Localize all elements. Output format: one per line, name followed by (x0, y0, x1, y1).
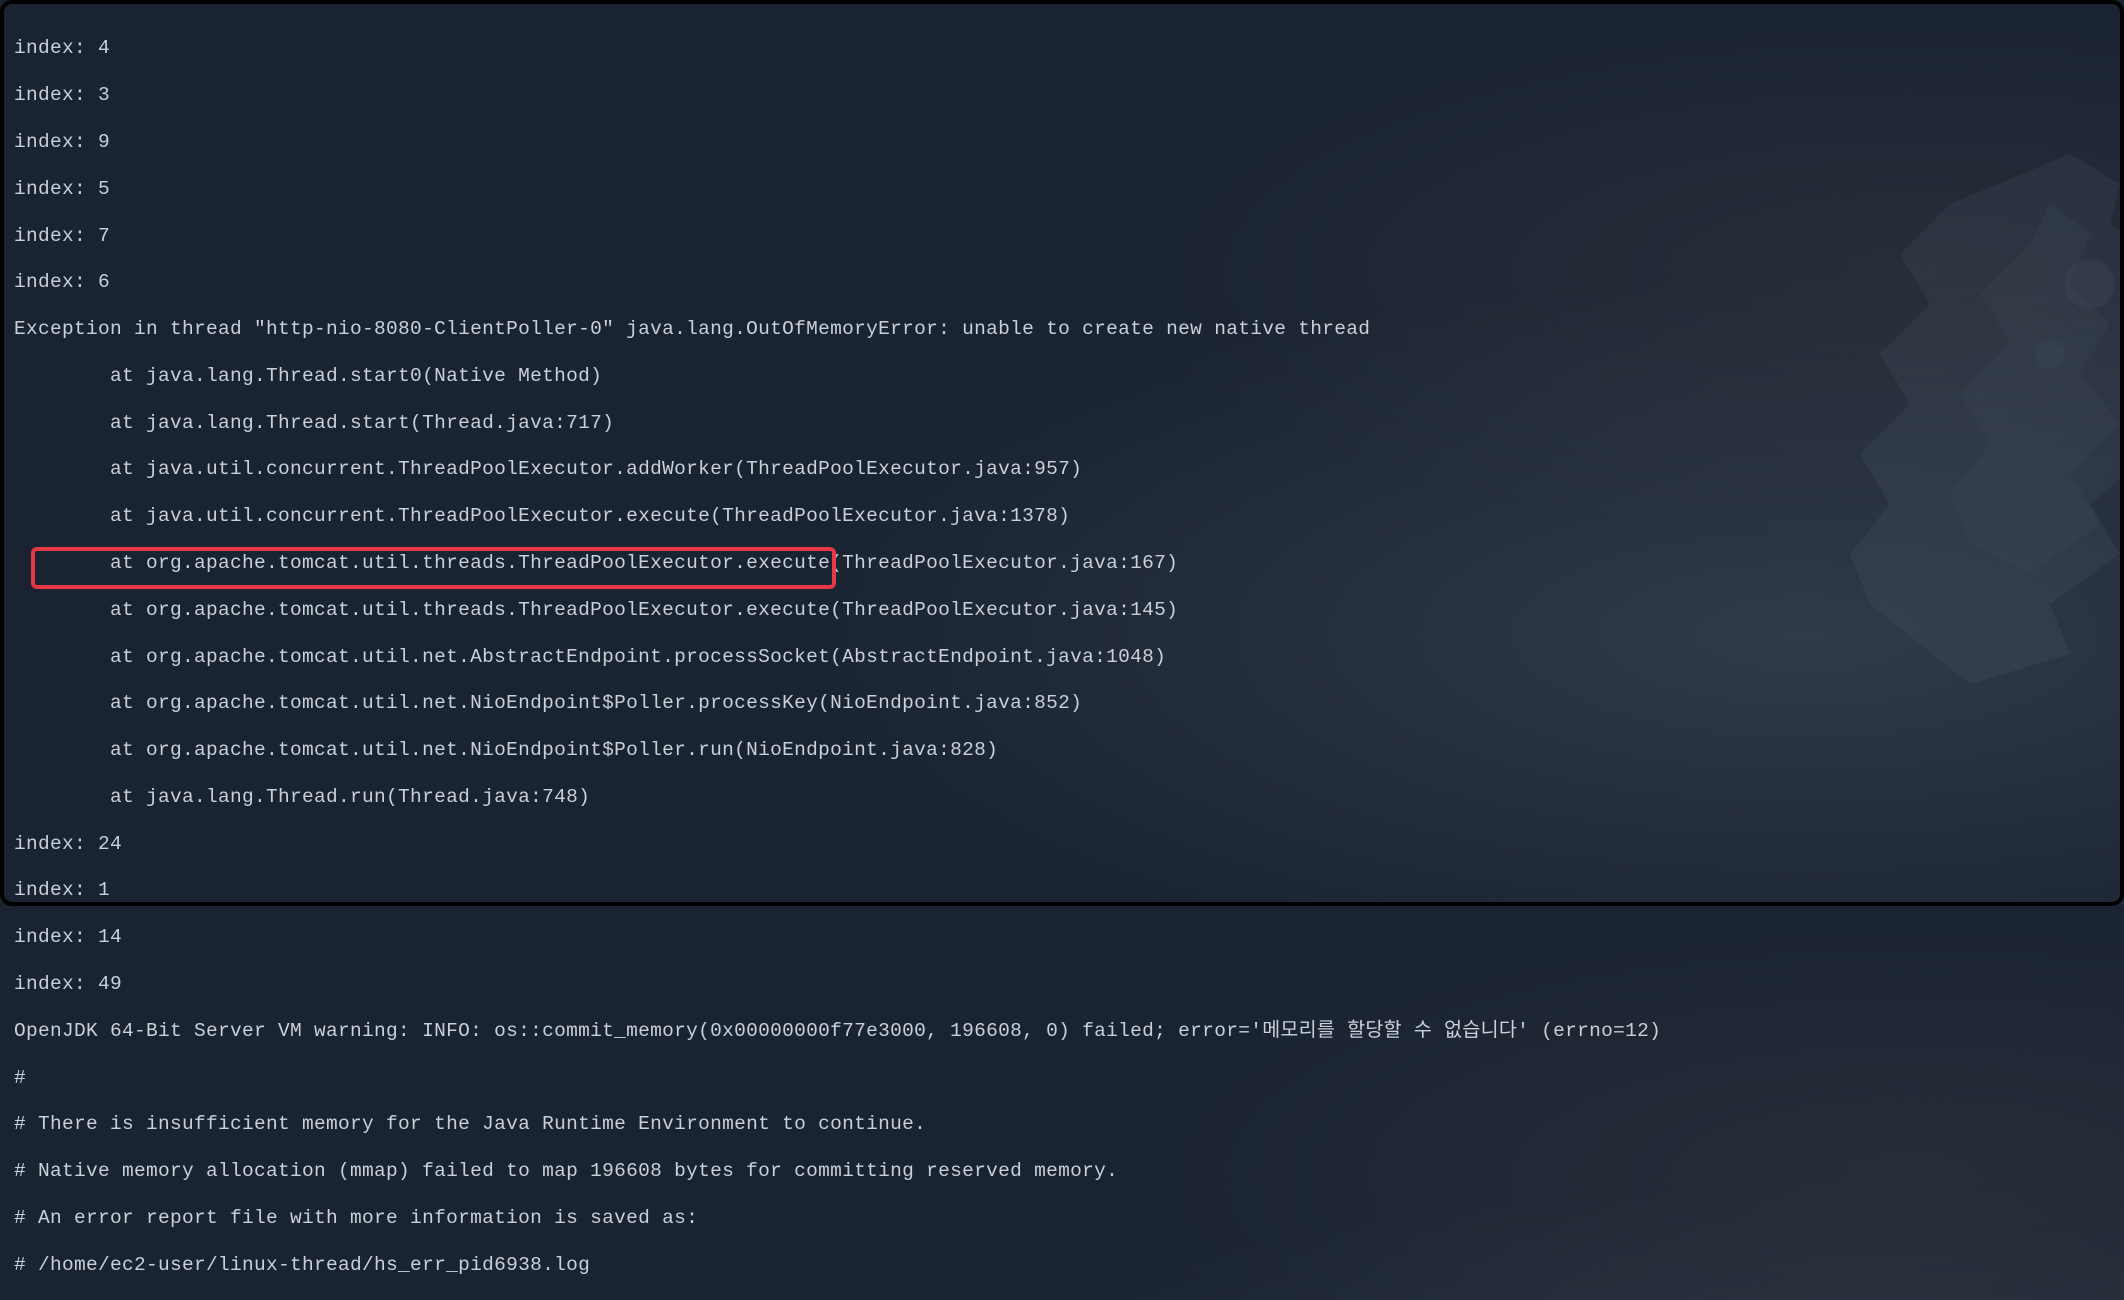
terminal-line: # /home/ec2-user/linux-thread/hs_err_pid… (14, 1254, 2110, 1277)
terminal-line: index: 4 (14, 37, 2110, 60)
terminal-line: index: 24 (14, 833, 2110, 856)
terminal-line: # (14, 1067, 2110, 1090)
terminal-line: index: 9 (14, 131, 2110, 154)
terminal-line: at org.apache.tomcat.util.net.AbstractEn… (14, 646, 2110, 669)
terminal-line: at org.apache.tomcat.util.threads.Thread… (14, 599, 2110, 622)
terminal-line: Exception in thread "http-nio-8080-Clien… (14, 318, 2110, 341)
terminal-line: at java.util.concurrent.ThreadPoolExecut… (14, 458, 2110, 481)
terminal-line: # Native memory allocation (mmap) failed… (14, 1160, 2110, 1183)
terminal-line: index: 14 (14, 926, 2110, 949)
terminal-line: index: 6 (14, 271, 2110, 294)
terminal-output: index: 4 index: 3 index: 9 index: 5 inde… (14, 14, 2110, 1300)
terminal-line: at org.apache.tomcat.util.threads.Thread… (14, 552, 2110, 575)
terminal-line: # An error report file with more informa… (14, 1207, 2110, 1230)
terminal-line: index: 49 (14, 973, 2110, 996)
terminal-line: OpenJDK 64-Bit Server VM warning: INFO: … (14, 1020, 2110, 1043)
terminal-line: at java.lang.Thread.start(Thread.java:71… (14, 412, 2110, 435)
terminal-line: index: 5 (14, 178, 2110, 201)
terminal-line: at org.apache.tomcat.util.net.NioEndpoin… (14, 692, 2110, 715)
terminal-line: index: 7 (14, 225, 2110, 248)
terminal-line: index: 1 (14, 879, 2110, 902)
terminal-line: # There is insufficient memory for the J… (14, 1113, 2110, 1136)
terminal-line: at java.lang.Thread.start0(Native Method… (14, 365, 2110, 388)
terminal-line: at java.util.concurrent.ThreadPoolExecut… (14, 505, 2110, 528)
terminal-line: at java.lang.Thread.run(Thread.java:748) (14, 786, 2110, 809)
terminal-line: index: 3 (14, 84, 2110, 107)
terminal-line: at org.apache.tomcat.util.net.NioEndpoin… (14, 739, 2110, 762)
